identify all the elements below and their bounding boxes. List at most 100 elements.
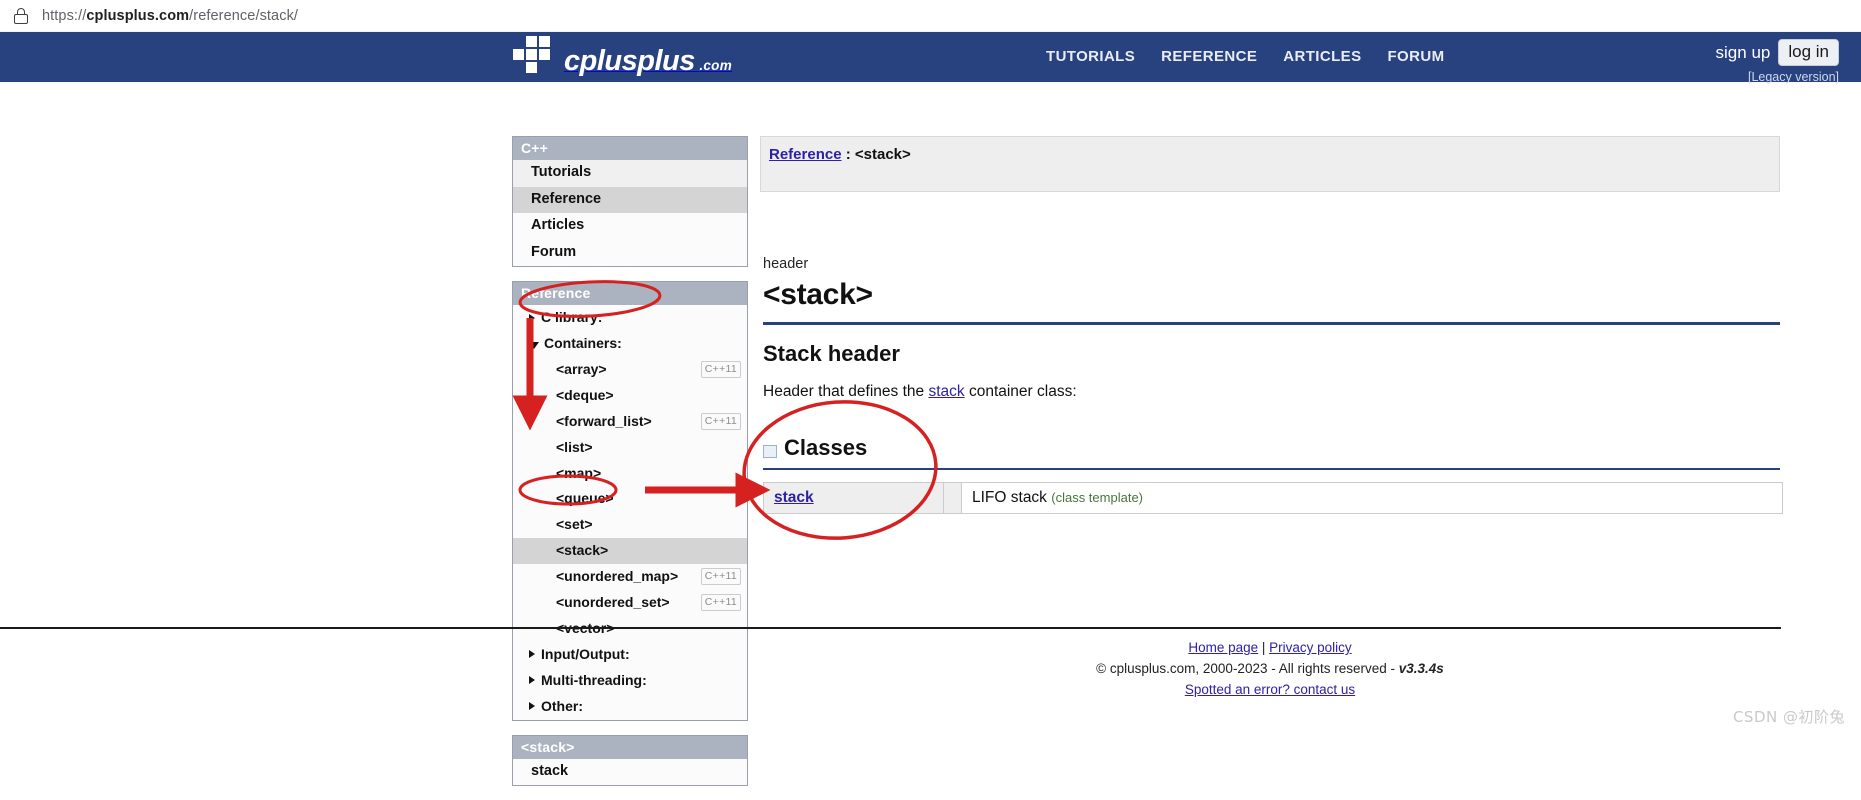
log-in-button[interactable]: log in: [1778, 39, 1839, 67]
table-row: stack LIFO stack (class template): [763, 482, 1783, 514]
tree-item-map[interactable]: <map>: [513, 461, 747, 487]
main-content: Reference : <stack> header <stack> Stack…: [760, 136, 1783, 514]
class-description-cell: LIFO stack (class template): [961, 482, 1783, 514]
footer-divider: [0, 627, 1781, 629]
tree-item-queue[interactable]: <queue>: [513, 486, 747, 512]
tree-label: <array>: [556, 361, 607, 378]
breadcrumb-link-reference[interactable]: Reference: [769, 146, 842, 163]
cpp11-badge: C++11: [700, 593, 741, 612]
url-path: /reference/stack/: [189, 7, 299, 24]
nav-tutorials[interactable]: TUTORIALS: [1046, 48, 1135, 65]
tree-item-list[interactable]: <list>: [513, 435, 747, 461]
url-text: https://cplusplus.com/reference/stack/: [42, 8, 298, 24]
page-subtitle: Stack header: [763, 341, 900, 366]
primary-nav: TUTORIALS REFERENCE ARTICLES FORUM: [1046, 48, 1444, 65]
tree-label: Multi-threading:: [541, 671, 647, 688]
cpp-panel-title: C++: [513, 137, 747, 160]
tree-item-set[interactable]: <set>: [513, 512, 747, 538]
footer-link-contact[interactable]: Spotted an error? contact us: [1185, 682, 1355, 697]
nav-articles[interactable]: ARTICLES: [1283, 48, 1361, 65]
classes-table: stack LIFO stack (class template): [763, 482, 1783, 514]
tree-label: <deque>: [556, 386, 614, 403]
reference-panel-title: Reference: [513, 282, 747, 306]
copyright-text: © cplusplus.com, 2000-2023 - All rights …: [1096, 660, 1399, 676]
footer-contact: Spotted an error? contact us: [760, 680, 1780, 701]
stack-panel-item-stack[interactable]: stack: [513, 759, 747, 786]
tree-label: <unordered_set>: [556, 594, 670, 611]
sign-up-link[interactable]: sign up: [1716, 43, 1771, 63]
cplusplus-logo-icon: [512, 36, 554, 78]
tree-item-unordered-map[interactable]: <unordered_map> C++11: [513, 564, 747, 590]
nav-reference[interactable]: REFERENCE: [1161, 48, 1257, 65]
tree-item-unordered-set[interactable]: <unordered_set> C++11: [513, 590, 747, 616]
description-text-after: container class:: [964, 383, 1077, 400]
cpp11-badge: C++11: [700, 568, 741, 586]
account-area: sign up log in [Legacy version]: [1716, 39, 1839, 84]
description-text-before: Header that defines the: [763, 383, 929, 400]
version-label: v3.3.4s: [1398, 660, 1444, 676]
logo-tld: .com: [699, 58, 733, 73]
sidebar-item-articles[interactable]: Articles: [513, 213, 747, 240]
tree-group-containers[interactable]: Containers:: [513, 331, 747, 357]
url-scheme: https://: [42, 7, 87, 24]
sidebar-item-reference[interactable]: Reference: [513, 186, 747, 214]
classes-heading: Classes: [784, 435, 868, 460]
cpp11-badge: C++11: [700, 360, 741, 379]
tree-label: <forward_list>: [556, 412, 652, 429]
tree-label: Other:: [541, 697, 583, 714]
cpp-panel: C++ Tutorials Reference Articles Forum: [512, 136, 748, 268]
tree-item-forward-list[interactable]: <forward_list> C++11: [513, 409, 747, 435]
legacy-version-link[interactable]: [Legacy version]: [1716, 70, 1839, 84]
stack-panel: <stack> stack: [512, 734, 748, 787]
class-qualifier: (class template): [1051, 490, 1143, 505]
stack-link[interactable]: stack: [928, 383, 964, 400]
tree-item-deque[interactable]: <deque>: [513, 383, 747, 409]
footer-link-home[interactable]: Home page: [1188, 640, 1258, 655]
breadcrumb: Reference : <stack>: [760, 136, 1780, 192]
footer-link-separator: |: [1258, 640, 1270, 655]
chevron-right-icon: [529, 650, 535, 659]
logo-wordmark: cplusplus: [564, 45, 695, 77]
site-header: cplusplus .com TUTORIALS REFERENCE ARTIC…: [0, 32, 1861, 84]
tree-label: <set>: [556, 516, 593, 533]
table-spacer-cell: [943, 482, 962, 514]
tree-label: <map>: [556, 464, 602, 481]
nav-forum[interactable]: FORUM: [1387, 48, 1444, 65]
sidebar-item-forum[interactable]: Forum: [513, 240, 747, 267]
breadcrumb-current: <stack>: [854, 146, 911, 163]
page-description: Header that defines the stack container …: [763, 383, 1780, 401]
chevron-right-icon: [529, 676, 535, 685]
footer-links: Home page | Privacy policy: [760, 638, 1780, 659]
class-name-cell: stack: [763, 482, 944, 514]
tree-label: <queue>: [556, 490, 614, 507]
expand-box-icon[interactable]: [763, 444, 777, 458]
tree-group-c-library[interactable]: C library:: [513, 305, 747, 331]
chevron-down-icon: [529, 342, 539, 350]
class-link-stack[interactable]: stack: [774, 489, 814, 506]
chevron-right-icon: [529, 313, 535, 322]
tree-item-array[interactable]: <array> C++11: [513, 357, 747, 383]
footer-copyright: © cplusplus.com, 2000-2023 - All rights …: [760, 659, 1780, 680]
tree-label: <unordered_map>: [556, 568, 679, 585]
class-description: LIFO stack: [972, 489, 1047, 506]
tree-label: <list>: [556, 438, 593, 455]
tree-group-other[interactable]: Other:: [513, 694, 747, 720]
tree-label: <stack>: [556, 542, 609, 559]
chevron-right-icon: [529, 702, 535, 711]
tree-item-stack[interactable]: <stack>: [513, 538, 747, 565]
page-title: <stack>: [763, 278, 1780, 325]
browser-url-bar[interactable]: https://cplusplus.com/reference/stack/: [0, 0, 1861, 32]
tree-label: C library:: [541, 309, 603, 326]
tree-label: Input/Output:: [541, 645, 630, 662]
page-kicker: header: [763, 256, 809, 272]
site-footer: Home page | Privacy policy © cplusplus.c…: [760, 638, 1780, 701]
site-logo[interactable]: cplusplus .com: [512, 36, 732, 78]
classes-section-header: Classes: [763, 435, 1780, 470]
stack-panel-title: <stack>: [513, 735, 747, 759]
cpp11-badge: C++11: [700, 412, 741, 430]
sidebar-item-tutorials[interactable]: Tutorials: [513, 160, 747, 187]
breadcrumb-separator: :: [841, 146, 855, 163]
footer-link-privacy[interactable]: Privacy policy: [1269, 640, 1352, 655]
tree-group-multi-threading[interactable]: Multi-threading:: [513, 668, 747, 694]
tree-group-input-output[interactable]: Input/Output:: [513, 642, 747, 668]
